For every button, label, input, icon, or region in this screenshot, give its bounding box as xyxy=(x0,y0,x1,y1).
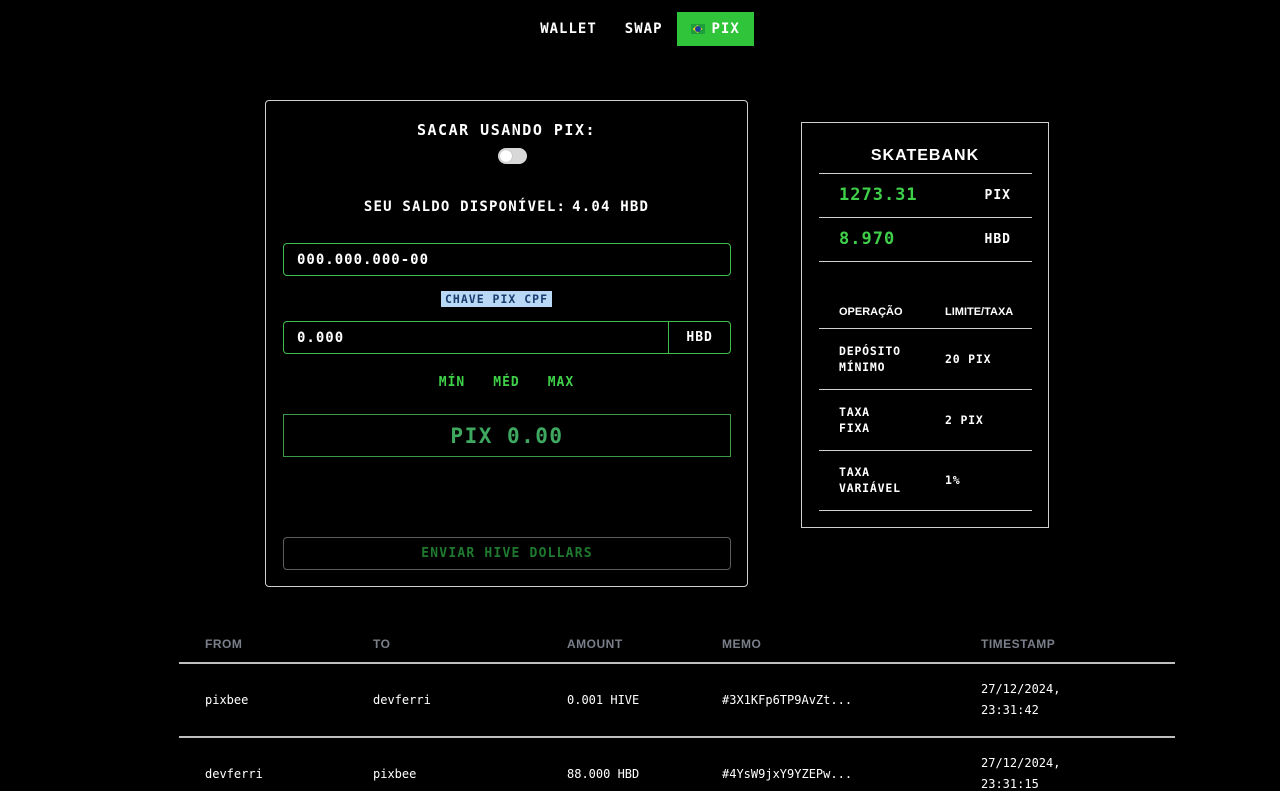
op-row-min-deposit: DEPÓSITO MÍNIMO 20 PIX xyxy=(839,343,1039,375)
divider xyxy=(819,450,1032,451)
cell-from: devferri xyxy=(205,767,263,781)
op-name: TAXA VARIÁVEL xyxy=(839,465,901,495)
table-row[interactable]: devferri pixbee 88.000 HBD #4YsW9jxY9YZE… xyxy=(179,738,1175,791)
col-timestamp: TIMESTAMP xyxy=(981,636,1056,651)
divider xyxy=(819,328,1032,329)
divider xyxy=(819,261,1032,262)
send-button-label: ENVIAR HIVE DOLLARS xyxy=(421,546,593,561)
col-memo: MEMO xyxy=(722,637,762,651)
max-button[interactable]: MAX xyxy=(548,375,574,390)
toggle-knob xyxy=(500,150,512,162)
skatebank-panel: SKATEBANK 1273.31 PIX 8.970 HBD OPERAÇÃO… xyxy=(801,122,1049,528)
hbd-balance-currency: HBD xyxy=(984,231,1011,247)
divider xyxy=(819,173,1032,174)
amount-field: HBD xyxy=(283,321,731,354)
min-button[interactable]: MÍN xyxy=(439,375,465,390)
pix-total-value: PIX 0.00 xyxy=(450,423,564,448)
op-name: TAXA FIXA xyxy=(839,405,870,435)
pix-balance-amount: 1273.31 xyxy=(839,185,918,205)
amount-input[interactable] xyxy=(284,322,669,353)
cell-from: pixbee xyxy=(205,693,249,707)
op-row-fixed-fee: TAXA FIXA 2 PIX xyxy=(839,404,1039,436)
cpf-field xyxy=(283,243,731,276)
divider xyxy=(819,510,1032,511)
pix-toggle[interactable] xyxy=(498,148,527,164)
amount-unit: HBD xyxy=(668,322,730,353)
col-from: FROM xyxy=(205,637,243,651)
cell-amount: 88.000 HBD xyxy=(567,767,640,781)
skatebank-title: SKATEBANK xyxy=(870,147,980,164)
nav-swap[interactable]: SWAP xyxy=(611,12,677,46)
balance-row-pix: 1273.31 PIX xyxy=(839,185,1019,205)
col-amount: AMOUNT xyxy=(567,637,623,651)
med-button[interactable]: MÉD xyxy=(493,375,519,390)
cell-to: pixbee xyxy=(373,767,417,781)
nav-swap-label: SWAP xyxy=(624,21,663,37)
transactions-table: FROM TO AMOUNT MEMO TIMESTAMP pixbee dev… xyxy=(179,626,1175,791)
pix-total-display: PIX 0.00 xyxy=(283,414,731,457)
op-name: DEPÓSITO MÍNIMO xyxy=(839,344,901,374)
table-row[interactable]: pixbee devferri 0.001 HIVE #3X1KFp6TP9Av… xyxy=(179,664,1175,738)
send-hive-dollars-button[interactable]: ENVIAR HIVE DOLLARS xyxy=(283,537,731,570)
op-value: 1% xyxy=(945,473,961,487)
ops-header-operation: OPERAÇÃO xyxy=(839,306,903,318)
op-value: 20 PIX xyxy=(945,352,992,366)
quick-amounts: MÍN MÉD MAX xyxy=(266,375,747,390)
divider xyxy=(819,217,1032,218)
balance-row-hbd: 8.970 HBD xyxy=(839,229,1019,249)
cell-timestamp: 27/12/2024, 23:31:42 xyxy=(981,682,1061,717)
balance-label: SEU SALDO DISPONÍVEL: xyxy=(363,199,567,215)
top-nav: WALLET SWAP PIX xyxy=(0,12,1280,46)
pix-balance-currency: PIX xyxy=(984,187,1011,203)
nav-pix-label: PIX xyxy=(711,21,740,37)
op-row-variable-fee: TAXA VARIÁVEL 1% xyxy=(839,464,1039,496)
cell-memo: #4YsW9jxY9YZEPw... xyxy=(722,767,853,781)
nav-pix[interactable]: PIX xyxy=(676,12,754,46)
divider xyxy=(819,389,1032,390)
ops-header-limit: LIMITE/TAXA xyxy=(945,306,1014,318)
op-value: 2 PIX xyxy=(945,413,984,427)
brazil-flag-icon xyxy=(690,24,705,34)
nav-wallet[interactable]: WALLET xyxy=(526,12,611,46)
pix-key-type-badge[interactable]: CHAVE PIX CPF xyxy=(441,291,553,307)
col-to: TO xyxy=(373,637,391,651)
ops-header: OPERAÇÃO LIMITE/TAXA xyxy=(839,306,1039,318)
hbd-balance-amount: 8.970 xyxy=(839,229,896,249)
nav-wallet-label: WALLET xyxy=(540,21,597,37)
panel-title: SACAR USANDO PIX: xyxy=(416,121,597,139)
cpf-input[interactable] xyxy=(284,244,730,275)
cell-amount: 0.001 HIVE xyxy=(567,693,640,707)
balance-value: 4.04 HBD xyxy=(572,199,650,215)
table-header: FROM TO AMOUNT MEMO TIMESTAMP xyxy=(179,626,1175,664)
cell-memo: #3X1KFp6TP9AvZt... xyxy=(722,693,853,707)
cell-to: devferri xyxy=(373,693,431,707)
available-balance: SEU SALDO DISPONÍVEL: 4.04 HBD xyxy=(266,199,747,215)
cell-timestamp: 27/12/2024, 23:31:15 xyxy=(981,756,1061,791)
withdraw-panel: SACAR USANDO PIX: SEU SALDO DISPONÍVEL: 4… xyxy=(265,100,748,587)
